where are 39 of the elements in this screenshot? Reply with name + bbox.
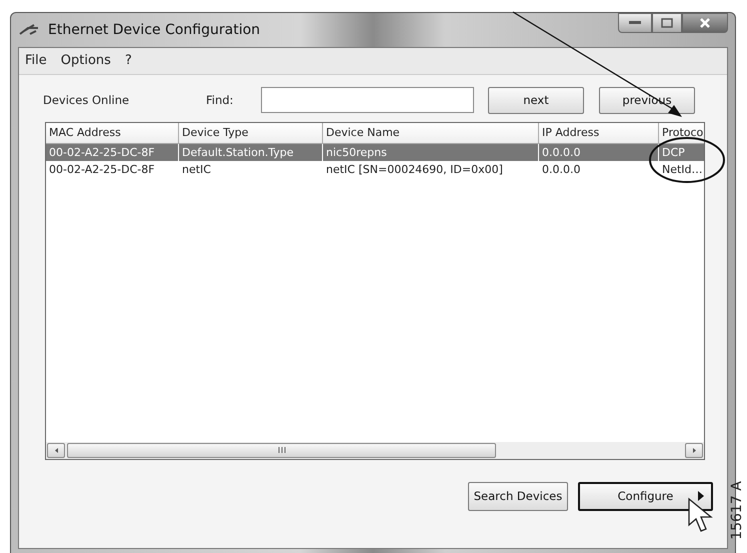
menu-item[interactable]: File	[25, 51, 47, 70]
scroll-right-button[interactable]	[685, 442, 703, 458]
search-devices-button[interactable]: Search Devices	[468, 482, 568, 511]
find-field[interactable]	[261, 87, 474, 114]
devices-online-label: Devices Online	[43, 92, 130, 108]
table-cell: netIC [SN=00024690, ID=0x00]	[326, 163, 503, 176]
close-button[interactable]	[682, 13, 728, 33]
table-cell: nic50repns	[326, 146, 387, 160]
table-cell: 00-02-A2-25-DC-8F	[49, 163, 155, 176]
next-button[interactable]: next	[488, 86, 584, 114]
maximize-icon	[661, 18, 673, 28]
table-cell: 0.0.0.0	[542, 163, 580, 176]
column-header[interactable]: Device Type	[179, 122, 323, 144]
figure-label: 15617 A	[728, 480, 746, 542]
minimize-button[interactable]	[618, 13, 652, 33]
close-icon	[699, 17, 711, 29]
menu-item[interactable]: ?	[124, 51, 132, 70]
minimize-icon	[629, 21, 641, 25]
window-title: Ethernet Device Configuration	[48, 20, 260, 40]
configure-button[interactable]: Configure	[578, 482, 713, 511]
scroll-left-button[interactable]	[47, 442, 65, 458]
table-cell: 00-02-A2-25-DC-8F	[49, 146, 155, 160]
left-arrow-icon	[54, 448, 58, 453]
table-cell: 0.0.0.0	[542, 146, 580, 160]
table-row[interactable]: 00-02-A2-25-DC-8F Default.Station.Type nic50repns 0.0.0.0 DCP	[46, 144, 704, 162]
maximize-button[interactable]	[652, 13, 682, 33]
right-arrow-icon	[692, 448, 696, 453]
table-row[interactable]: 00-02-A2-25-DC-8F netIC netIC [SN=00024690, ID=0x00] 0.0.0.0 NetId…	[46, 161, 704, 178]
table-cell: Default.Station.Type	[182, 146, 294, 160]
column-header[interactable]: IP Address	[539, 122, 659, 144]
column-header[interactable]: MAC Address	[46, 122, 179, 144]
table-cell: DCP	[662, 146, 685, 160]
find-label: Find:	[206, 92, 234, 108]
caret-icon	[697, 491, 705, 502]
column-header[interactable]: Device Name	[323, 122, 539, 144]
scrollbar-thumb[interactable]	[67, 442, 496, 458]
table-cell: NetId…	[662, 163, 703, 176]
table-cell: netIC	[182, 163, 211, 176]
menu-item[interactable]: Options	[60, 51, 111, 70]
